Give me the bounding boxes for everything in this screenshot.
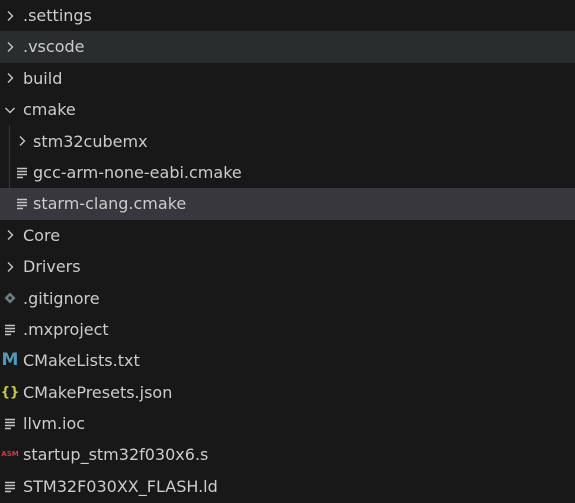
chevron-right-icon: [2, 31, 18, 62]
tree-folder-cmake[interactable]: cmake: [0, 94, 575, 125]
tree-file-gitignore[interactable]: .gitignore: [0, 283, 575, 314]
indent-guide: [9, 156, 10, 189]
tree-item-label: startup_stm32f030x6.s: [23, 445, 209, 465]
asm-glyph: ASM: [1, 450, 19, 459]
tree-folder-drivers[interactable]: Drivers: [0, 251, 575, 282]
tree-item-label: llvm.ioc: [23, 414, 86, 434]
tree-item-label: .mxproject: [23, 319, 109, 339]
markdown-m-glyph: M: [1, 350, 19, 371]
tree-folder-build[interactable]: build: [0, 63, 575, 94]
tree-file-startup-s[interactable]: ASM startup_stm32f030x6.s: [0, 439, 575, 470]
indent-guide: [9, 125, 10, 157]
tree-item-label: CMakeLists.txt: [23, 351, 140, 371]
chevron-right-icon: [2, 251, 18, 282]
tree-item-label: Drivers: [23, 257, 81, 277]
lines-file-icon: [14, 157, 30, 188]
lines-file-icon: [2, 314, 18, 345]
chevron-right-icon: [2, 0, 18, 31]
tree-folder-core[interactable]: Core: [0, 220, 575, 251]
tree-item-label: CMakePresets.json: [23, 382, 173, 402]
tree-file-llvm-ioc[interactable]: llvm.ioc: [0, 408, 575, 439]
tree-folder-stm32cubemx[interactable]: stm32cubemx: [0, 125, 575, 157]
tree-folder-vscode[interactable]: .vscode: [0, 31, 575, 63]
tree-file-cmakepresets[interactable]: {} CMakePresets.json: [0, 377, 575, 408]
tree-item-label: build: [23, 68, 63, 88]
chevron-down-icon: [2, 94, 18, 125]
git-diamond-icon: [2, 283, 18, 314]
tree-item-label: gcc-arm-none-eabi.cmake: [33, 162, 242, 182]
tree-item-label: cmake: [23, 100, 76, 120]
tree-file-gcc-arm-none-eabi-cmake[interactable]: gcc-arm-none-eabi.cmake: [0, 156, 575, 189]
tree-item-label: starm-clang.cmake: [33, 194, 187, 214]
file-explorer: .settings .vscode build cmake stm32cubem…: [0, 0, 575, 503]
tree-file-starm-clang-cmake[interactable]: starm-clang.cmake: [0, 188, 575, 220]
json-braces-glyph: {}: [0, 384, 20, 400]
tree-item-label: .vscode: [23, 37, 85, 57]
chevron-right-icon: [14, 126, 30, 157]
tree-item-label: stm32cubemx: [33, 131, 148, 151]
chevron-right-icon: [2, 220, 18, 251]
lines-file-icon: [2, 408, 18, 439]
tree-item-label: .settings: [23, 6, 92, 25]
tree-item-label: Core: [23, 225, 61, 245]
lines-file-icon: [2, 471, 18, 502]
tree-file-flash-ld[interactable]: STM32F030XX_FLASH.ld: [0, 471, 575, 502]
lines-file-icon: [14, 188, 30, 219]
tree-item-label: STM32F030XX_FLASH.ld: [23, 476, 218, 496]
tree-folder-settings[interactable]: .settings: [0, 0, 575, 31]
indent-guide: [9, 188, 10, 220]
asm-icon: ASM: [0, 439, 20, 470]
chevron-right-icon: [2, 63, 18, 94]
tree-file-mxproject[interactable]: .mxproject: [0, 314, 575, 345]
markdown-m-icon: M: [1, 345, 19, 376]
json-braces-icon: {}: [0, 377, 20, 408]
tree-item-label: .gitignore: [23, 288, 100, 308]
tree-file-cmakelists[interactable]: M CMakeLists.txt: [0, 345, 575, 376]
